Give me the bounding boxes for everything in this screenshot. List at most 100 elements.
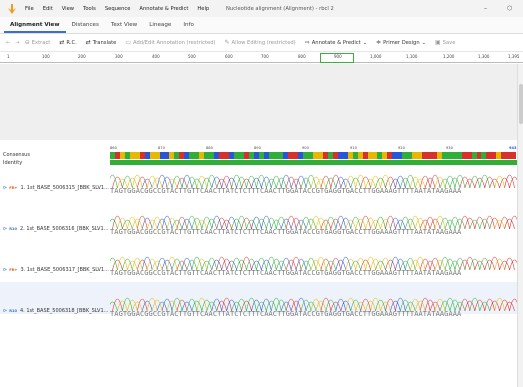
pencil-icon: ✎ — [224, 39, 230, 46]
add-edit-annotation-label: Add/Edit Annotation (restricted) — [132, 39, 216, 46]
menu-tools[interactable]: Tools — [83, 6, 96, 12]
axis-label: 890 — [254, 146, 261, 150]
toolbar: ← → ⊖ Extract ⇄ R.C. ⇄ Translate ▭ Add/Edit … — [0, 34, 523, 52]
ruler-label: 200 — [78, 54, 86, 59]
axis-label: 920 — [398, 146, 405, 150]
axis-label: 880 — [206, 146, 213, 150]
rc-icon: ⇄ — [59, 39, 65, 46]
read-badge: R10 — [9, 309, 17, 313]
sequence-bases: TAGTGGACGGCCGTACTTGTTCAACTTATCTCTTTCAACT… — [110, 269, 462, 277]
arrow-right-icon: ⊳ — [3, 308, 8, 314]
ruler-label: 1 — [7, 54, 10, 59]
identity-bar — [110, 160, 517, 165]
extract-button[interactable]: ⊖ Extract — [25, 39, 51, 46]
vertical-scrollbar[interactable] — [517, 64, 523, 387]
ruler-label: 700 — [261, 54, 269, 59]
consensus-label: Consensus — [3, 152, 30, 158]
back-button[interactable]: ← — [6, 40, 10, 46]
sequence-bases: TAGTGGACGGCCGTACTTGTTCAACTTATCTCTTTCAACT… — [110, 310, 462, 318]
ruler-label: 1,200 — [443, 54, 455, 59]
add-edit-annotation-button[interactable]: ▭ Add/Edit Annotation (restricted) — [125, 39, 215, 46]
menu-help[interactable]: Help — [197, 6, 209, 12]
allow-editing-label: Allow Editing (restricted) — [231, 39, 296, 46]
axis-label: 870 — [158, 146, 165, 150]
arrow-right-icon: ⊳ — [3, 267, 8, 273]
menu-annotate-predict[interactable]: Annotate & Predict — [139, 6, 188, 12]
arrow-right-icon: ⊳ — [3, 185, 8, 191]
chromatogram — [110, 174, 517, 188]
empty-area — [0, 64, 517, 140]
save-icon: ▣ — [435, 39, 441, 46]
forward-arrow-icon: → — [15, 39, 20, 46]
ruler-label: 1,100 — [406, 54, 418, 59]
translate-label: Translate — [92, 39, 117, 46]
visible-region-marker[interactable] — [320, 53, 354, 63]
tab-info[interactable]: Info — [177, 18, 200, 33]
sequence-bases: TAGTGGACGGCCGTACTTGTTCAACTTATCTCTTTCAACT… — [110, 228, 462, 236]
close-button[interactable]: ⬡ — [507, 5, 512, 12]
axis-label: 900 — [302, 146, 309, 150]
ruler-label: 500 — [188, 54, 196, 59]
axis-label: 910 — [350, 146, 357, 150]
translate-button[interactable]: ⇄ Translate — [86, 39, 117, 46]
sequence-name[interactable]: ⊳ R10 4. 1st_BASE_5006318_[BBK_SLV1... — [3, 308, 108, 314]
read-badge: R10 — [9, 227, 17, 231]
rc-label: R.C. — [66, 39, 77, 46]
minimize-button[interactable]: – — [484, 5, 487, 12]
primer-icon: ≑ — [376, 39, 382, 46]
chevron-down-icon: ⌄ — [362, 39, 368, 46]
app-logo-icon — [8, 3, 16, 14]
rc-button[interactable]: ⇄ R.C. — [59, 39, 76, 46]
overview-ruler[interactable]: 1 100 200 300 400 500 600 700 800 900 1,… — [0, 53, 523, 63]
menu-view[interactable]: View — [62, 6, 74, 12]
primer-design-label: Primer Design — [383, 39, 420, 46]
tab-lineage[interactable]: Lineage — [143, 18, 177, 33]
sequence-name-label: 3. 1st_BASE_5006317_[BBK_SLV1... — [20, 267, 109, 273]
scrollbar-thumb[interactable] — [519, 84, 523, 124]
ruler-label: 600 — [225, 54, 233, 59]
sequence-name[interactable]: ⊳ FR+ 3. 1st_BASE_5006317_[BBK_SLV1... — [3, 267, 109, 273]
tab-alignment-view[interactable]: Alignment View — [4, 18, 66, 33]
ruler-label: 1,300 — [478, 54, 490, 59]
chromatogram — [110, 256, 517, 270]
identity-label: Identity — [3, 160, 23, 166]
arrow-right-icon: ⊳ — [3, 226, 8, 232]
annotate-icon: ⇨ — [304, 39, 310, 46]
tab-bar: Alignment View Distances Text View Linea… — [0, 17, 523, 34]
translate-icon: ⇄ — [85, 39, 91, 46]
axis-label: 943 — [509, 146, 517, 150]
ruler-label: 1,395 — [508, 54, 520, 59]
sequence-bases: TAGTGGACGGCCGTACTTGTTCAACTTATCTCTTTCAACT… — [110, 187, 462, 195]
allow-editing-button[interactable]: ✎ Allow Editing (restricted) — [225, 39, 296, 46]
sequence-name[interactable]: ⊳ FR+ 1. 1st_BASE_5006315_[BBK_SLV1... — [3, 185, 109, 191]
axis-label: 930 — [446, 146, 453, 150]
annotation-icon: ▭ — [125, 39, 131, 46]
chromatogram — [110, 215, 517, 229]
forward-button[interactable]: → — [15, 40, 19, 46]
tab-distances[interactable]: Distances — [66, 18, 105, 33]
ruler-label: 1,000 — [370, 54, 382, 59]
consensus-sequence — [110, 152, 517, 159]
window-title: Nucleotide alignment (Alignment) - rbcl … — [226, 6, 334, 12]
chevron-down-icon: ⌄ — [421, 39, 426, 46]
ruler-label: 100 — [42, 54, 50, 59]
menu-edit[interactable]: Edit — [43, 6, 53, 12]
primer-design-button[interactable]: ≑ Primer Design ⌄ — [376, 39, 426, 46]
save-label: Save — [442, 39, 456, 46]
axis-label: 860 — [110, 146, 117, 150]
sequence-name-label: 2. 1st_BASE_5006316_[BBK_SLV1... — [19, 226, 109, 232]
menu-sequence[interactable]: Sequence — [105, 6, 131, 12]
consensus-base — [511, 152, 517, 159]
tab-text-view[interactable]: Text View — [105, 18, 143, 33]
ruler-label: 400 — [152, 54, 160, 59]
back-arrow-icon: ← — [6, 39, 11, 46]
sequence-name-label: 1. 1st_BASE_5006315_[BBK_SLV1... — [20, 185, 109, 191]
annotate-predict-label: Annotate & Predict — [311, 39, 361, 46]
save-button[interactable]: ▣ Save — [435, 39, 455, 46]
sequence-name-label: 4. 1st_BASE_5006318_[BBK_SLV1... — [19, 308, 109, 314]
menu-file[interactable]: File — [25, 6, 34, 12]
extract-label: Extract — [31, 39, 51, 46]
sequence-name[interactable]: ⊳ R10 2. 1st_BASE_5006316_[BBK_SLV1... — [3, 226, 108, 232]
annotate-predict-button[interactable]: ⇨ Annotate & Predict ⌄ — [305, 39, 367, 46]
read-badge: FR+ — [9, 268, 18, 272]
